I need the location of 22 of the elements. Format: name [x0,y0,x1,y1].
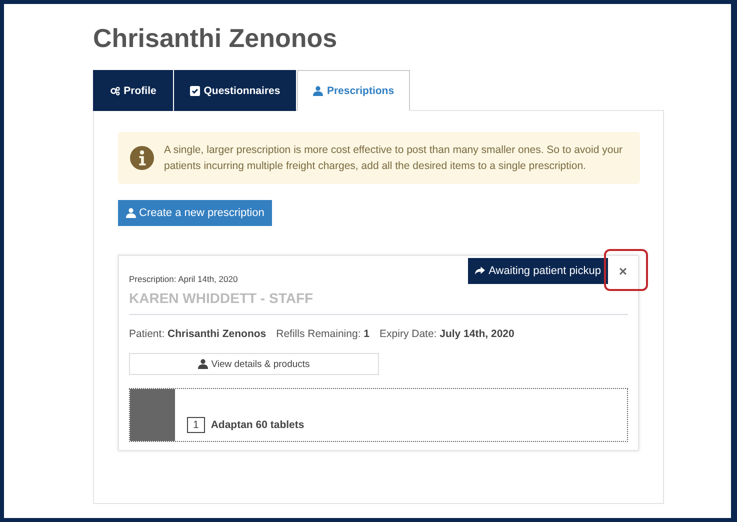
product-name: Adaptan 60 tablets [210,418,304,433]
quantity-label: 1 [187,417,205,433]
tab[interactable]: Profile [93,70,173,111]
user-icon [126,208,136,218]
prescriber-name: KAREN WHIDDETT - STAFF [129,284,628,315]
status-button[interactable]: Awaiting patient pickup [468,258,608,284]
tab[interactable]: Questionnaires [174,70,296,111]
user-icon [312,86,323,96]
checkbox-icon [190,86,200,96]
user-icon [198,359,208,369]
tab[interactable]: Prescriptions [297,70,410,111]
info-icon [130,146,154,170]
share-arrow-icon [474,266,485,276]
page-title: Chrisanthi Zenonos [93,22,338,55]
detail-text: Expiry Date: July 14th, 2020 [380,328,514,340]
view-details-button[interactable]: View details & products [129,353,379,375]
detail-text: Patient: Chrisanthi Zenonos [129,328,266,340]
detail-text: Refills Remaining: 1 [276,328,370,340]
prescription-date: Prescription: April 14th, 2020 [129,274,238,284]
gears-icon [110,86,120,96]
create-prescription-button[interactable]: Create a new prescription [118,200,272,226]
alert-text: A single, larger prescription is more cost effective to post than many smaller ones. So to avoid your patients incurring multiple freight charges, add all the desired items to a single prescription. [164,143,624,174]
